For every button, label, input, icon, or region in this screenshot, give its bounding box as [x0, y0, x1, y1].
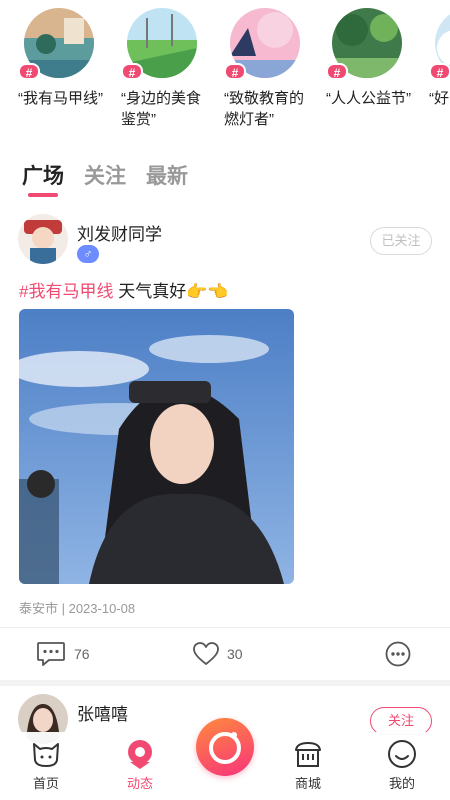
section-separator — [0, 680, 450, 686]
username[interactable]: 张嘻嘻 — [77, 700, 128, 725]
topic-carousel[interactable]: # “我有马甲线” # “身边的美食鉴赏” # “致敬教育的燃灯者” # “人人… — [0, 8, 450, 138]
topic-hash-badge: # — [429, 63, 450, 80]
more-icon — [385, 641, 411, 667]
topic-item[interactable]: # “好图鉴 — [429, 8, 450, 109]
cat-home-icon — [33, 743, 59, 767]
topic-item[interactable]: # “身边的美食鉴赏” — [121, 8, 207, 130]
topic-hash-badge: # — [121, 63, 143, 80]
nav-feed[interactable]: 动态 — [110, 738, 170, 792]
topic-item[interactable]: # “致敬教育的燃灯者” — [224, 8, 310, 130]
active-tab-indicator — [28, 193, 58, 197]
post-actions: 76 30 — [0, 636, 450, 672]
shop-icon — [295, 742, 321, 767]
comment-icon — [37, 642, 65, 666]
topic-hash-badge: # — [224, 63, 246, 80]
feed-icon — [128, 740, 152, 769]
tab-plaza[interactable]: 广场 — [22, 160, 64, 190]
post-topic-tag[interactable]: #我有马甲线 — [19, 282, 113, 301]
topic-hash-badge: # — [326, 63, 348, 80]
nav-profile[interactable]: 我的 — [372, 738, 432, 792]
like-count: 30 — [227, 646, 243, 662]
topic-label: “我有马甲线” — [18, 90, 103, 107]
divider — [0, 627, 450, 628]
post-meta: 泰安市 | 2023-10-08 — [19, 601, 136, 616]
topic-item[interactable]: # “我有马甲线” — [18, 8, 104, 109]
avatar[interactable] — [18, 214, 68, 264]
nav-mall-label: 商城 — [294, 776, 321, 791]
followed-button[interactable]: 已关注 — [370, 227, 432, 255]
more-button[interactable] — [385, 636, 411, 672]
topic-label: “好图鉴 — [429, 90, 450, 107]
username[interactable]: 刘发财同学 — [77, 220, 162, 245]
smile-profile-icon — [388, 740, 416, 768]
heart-icon — [193, 642, 219, 665]
topic-hash-badge: # — [18, 63, 40, 80]
nav-profile-label: 我的 — [388, 776, 415, 791]
topic-label: “人人公益节” — [326, 90, 411, 107]
post-photo[interactable] — [19, 309, 294, 584]
camera-button[interactable] — [196, 718, 254, 776]
comment-button[interactable]: 76 — [36, 636, 90, 672]
nav-feed-label: 动态 — [126, 776, 153, 791]
like-button[interactable]: 30 — [193, 636, 243, 672]
male-icon: ♂ — [77, 245, 99, 263]
nav-home-label: 首页 — [32, 776, 59, 791]
follow-button[interactable]: 关注 — [370, 707, 432, 735]
bottom-navigation: 首页 动态 商城 我的 — [0, 718, 450, 800]
post-text: #我有马甲线 天气真好👉👈 — [19, 277, 229, 302]
tab-latest[interactable]: 最新 — [146, 160, 188, 190]
topic-label: “致敬教育的燃灯者” — [224, 90, 304, 128]
nav-mall[interactable]: 商城 — [278, 738, 338, 792]
comment-count: 76 — [74, 646, 90, 662]
topic-item[interactable]: # “人人公益节” — [326, 8, 412, 109]
camera-icon — [209, 732, 241, 764]
tab-following[interactable]: 关注 — [84, 160, 126, 190]
nav-home[interactable]: 首页 — [16, 738, 76, 792]
post-header: 刘发财同学 ♂ 已关注 — [18, 214, 432, 268]
post-caption: 天气真好👉👈 — [113, 282, 229, 301]
topic-label: “身边的美食鉴赏” — [121, 90, 201, 128]
